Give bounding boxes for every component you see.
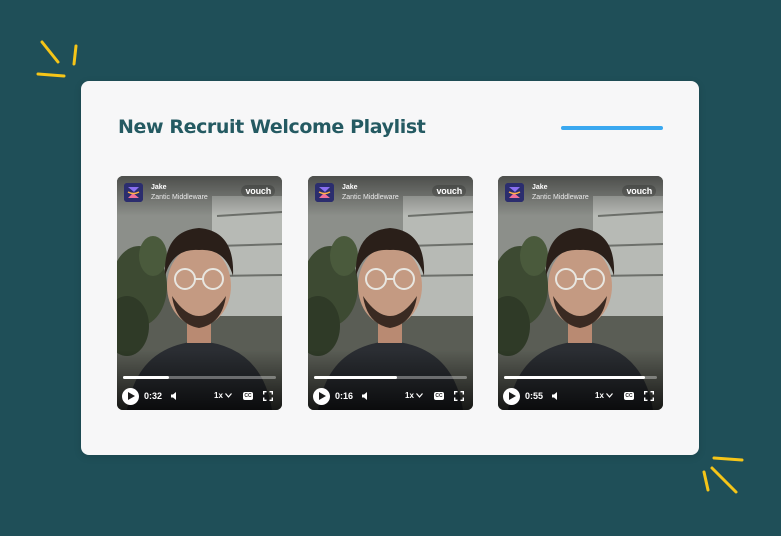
company-logo-icon [124, 183, 143, 202]
fullscreen-icon[interactable] [454, 391, 464, 401]
time-display: 0:16 [335, 391, 354, 401]
play-button[interactable] [503, 388, 520, 405]
progress-bar[interactable] [504, 376, 657, 379]
chevron-down-icon [606, 393, 613, 398]
play-button[interactable] [122, 388, 139, 405]
progress-fill [504, 376, 645, 379]
brand-logo: vouch [622, 185, 656, 197]
presenter-name: Jake [532, 184, 548, 191]
brand-logo: vouch [432, 185, 466, 197]
closed-captions-button[interactable]: CC [434, 392, 444, 400]
bottom-overlay [498, 350, 663, 410]
chevron-down-icon [416, 393, 423, 398]
video-player-1[interactable]: Jake Zantic Middleware vouch 0:32 1x CC [117, 176, 282, 410]
company-logo-icon [505, 183, 524, 202]
chevron-down-icon [225, 393, 232, 398]
closed-captions-button[interactable]: CC [243, 392, 253, 400]
playback-speed-button[interactable]: 1x [214, 391, 223, 400]
playback-speed-button[interactable]: 1x [405, 391, 414, 400]
video-player-2[interactable]: Jake Zantic Middleware vouch 0:16 1x CC [308, 176, 473, 410]
progress-fill [314, 376, 397, 379]
volume-icon[interactable] [551, 391, 561, 401]
progress-bar[interactable] [314, 376, 467, 379]
bottom-overlay [308, 350, 473, 410]
brand-logo: vouch [241, 185, 275, 197]
presenter-name: Jake [342, 184, 358, 191]
closed-captions-button[interactable]: CC [624, 392, 634, 400]
time-display: 0:55 [525, 391, 544, 401]
sparkle-icon [702, 456, 744, 494]
presenter-company: Zantic Middleware [342, 194, 399, 201]
company-logo-icon [315, 183, 334, 202]
presenter-company: Zantic Middleware [532, 194, 589, 201]
playlist-card: New Recruit Welcome Playlist Jake Zantic… [81, 81, 699, 455]
volume-icon[interactable] [361, 391, 371, 401]
playlist-title: New Recruit Welcome Playlist [118, 116, 426, 138]
progress-bar[interactable] [123, 376, 276, 379]
accent-line [561, 126, 663, 130]
presenter-name: Jake [151, 184, 167, 191]
time-display: 0:32 [144, 391, 163, 401]
play-button[interactable] [313, 388, 330, 405]
playback-speed-button[interactable]: 1x [595, 391, 604, 400]
sparkle-icon [36, 40, 78, 78]
video-player-3[interactable]: Jake Zantic Middleware vouch 0:55 1x CC [498, 176, 663, 410]
fullscreen-icon[interactable] [263, 391, 273, 401]
fullscreen-icon[interactable] [644, 391, 654, 401]
progress-fill [123, 376, 169, 379]
presenter-company: Zantic Middleware [151, 194, 208, 201]
volume-icon[interactable] [170, 391, 180, 401]
bottom-overlay [117, 350, 282, 410]
